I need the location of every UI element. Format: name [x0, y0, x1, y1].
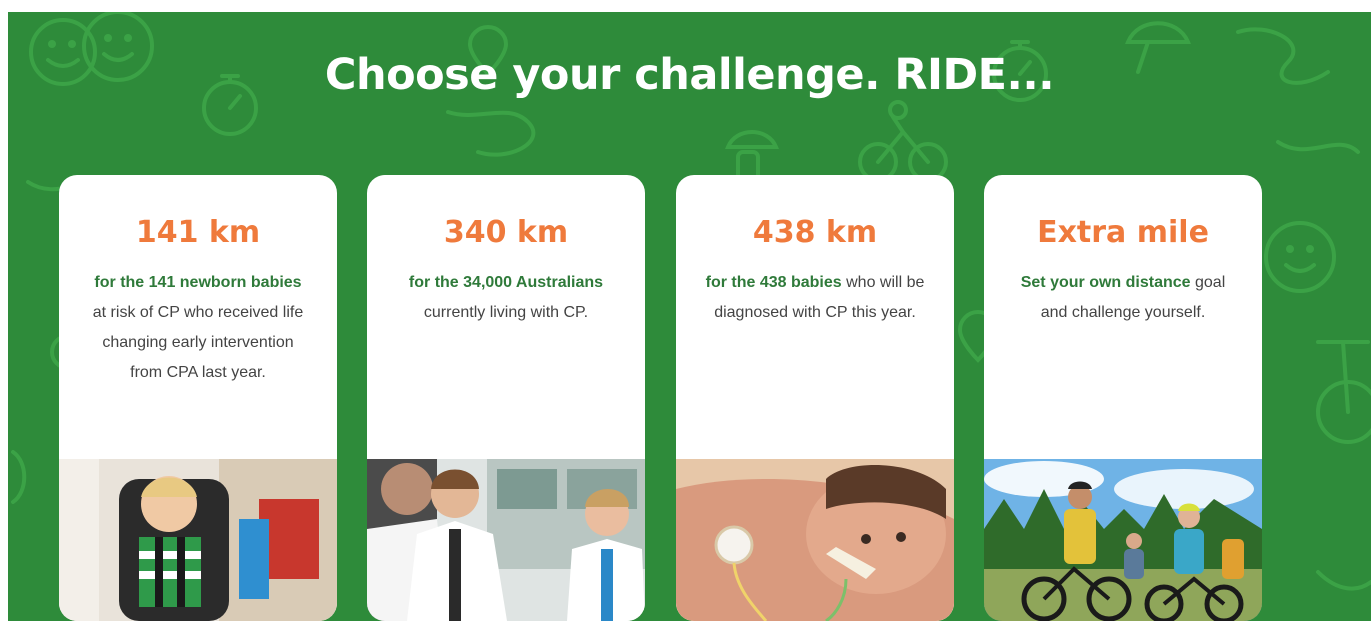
card-description: Set your own distance goal and challenge… — [1012, 268, 1234, 328]
challenge-card-438km[interactable]: 438 km for the 438 babies who will be di… — [676, 175, 954, 621]
card-distance: 141 km — [135, 215, 261, 250]
card-description: for the 34,000 Australians currently liv… — [395, 268, 617, 328]
challenge-card-extra-mile[interactable]: Extra mile Set your own distance goal an… — [984, 175, 1262, 621]
challenge-section: Choose your challenge. RIDE... 141 km fo… — [8, 12, 1371, 621]
card-description: for the 141 newborn babies at risk of CP… — [87, 268, 309, 388]
family-cycling-photo — [984, 459, 1262, 621]
helmet-icon — [725, 130, 779, 149]
challenge-card-340km[interactable]: 340 km for the 34,000 Australians curren… — [367, 175, 645, 621]
child-in-wheelchair-photo — [59, 459, 337, 621]
card-highlight: for the 438 babies — [705, 274, 842, 291]
card-highlight: Set your own distance — [1020, 274, 1191, 291]
card-distance: Extra mile — [1037, 215, 1209, 250]
card-description: for the 438 babies who will be diagnosed… — [704, 268, 926, 328]
medical-staff-photo — [367, 459, 645, 621]
card-highlight: for the 141 newborn babies — [94, 274, 302, 291]
newborn-baby-photo — [676, 459, 954, 621]
route-line-icon — [446, 110, 536, 157]
challenge-cards: 141 km for the 141 newborn babies at ris… — [8, 175, 1371, 621]
page-title: Choose your challenge. RIDE... — [324, 50, 1055, 100]
card-distance: 438 km — [752, 215, 878, 250]
route-line-icon — [1276, 140, 1360, 154]
card-description-rest: at risk of CP who received life changing… — [92, 304, 304, 381]
card-distance: 340 km — [443, 215, 569, 250]
card-highlight: for the 34,000 Australians — [408, 274, 604, 291]
challenge-card-141km[interactable]: 141 km for the 141 newborn babies at ris… — [59, 175, 337, 621]
card-description-rest: currently living with CP. — [423, 304, 589, 321]
cyclist-icon — [858, 100, 948, 182]
